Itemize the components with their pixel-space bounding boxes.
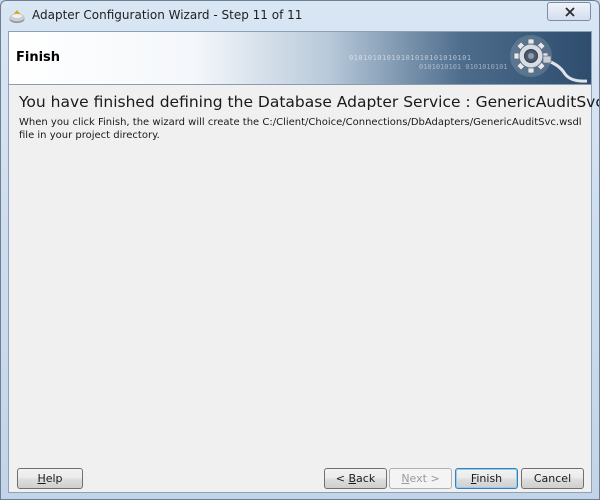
cancel-button[interactable]: Cancel xyxy=(521,468,584,489)
window-title: Adapter Configuration Wizard - Step 11 o… xyxy=(32,8,303,22)
banner-title: Finish xyxy=(16,50,61,65)
adapter-wizard-icon xyxy=(8,7,26,25)
title-bar[interactable]: Adapter Configuration Wizard - Step 11 o… xyxy=(1,1,599,31)
back-button[interactable]: < Back xyxy=(324,468,387,489)
banner-binary-text: 01010101010101010101010101 xyxy=(349,54,472,62)
help-button-label: Help xyxy=(37,472,63,485)
next-button[interactable]: Next > xyxy=(389,468,452,489)
wizard-window: Adapter Configuration Wizard - Step 11 o… xyxy=(0,0,600,500)
wizard-body: Finish 01010101010101010101010101 010101… xyxy=(8,31,599,493)
close-button[interactable] xyxy=(547,2,591,21)
next-button-label: Next > xyxy=(401,472,440,485)
banner-binary-text-2: 0101010101 0101010101 xyxy=(419,63,508,71)
finish-description: When you click Finish, the wizard will c… xyxy=(19,117,582,141)
wizard-banner: Finish 01010101010101010101010101 010101… xyxy=(9,32,591,85)
gear-icon xyxy=(510,35,588,83)
back-button-label: < Back xyxy=(335,472,376,485)
page-heading: You have finished defining the Database … xyxy=(19,93,600,111)
finish-button[interactable]: Finish xyxy=(455,468,518,489)
cancel-button-label: Cancel xyxy=(533,472,572,485)
finish-button-label: Finish xyxy=(470,472,503,485)
close-icon xyxy=(565,7,575,17)
help-button[interactable]: Help xyxy=(17,468,83,489)
